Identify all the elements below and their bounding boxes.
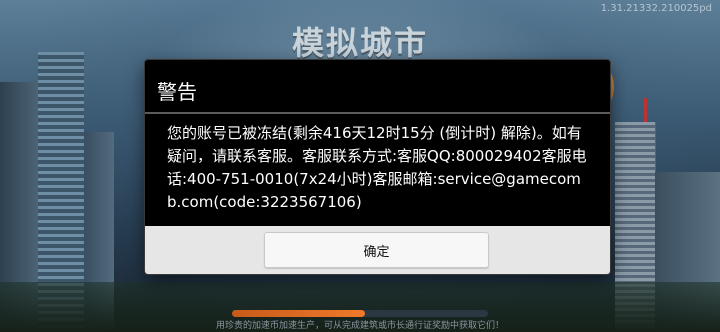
tower-spire (644, 98, 647, 122)
confirm-button[interactable]: 确定 (264, 232, 489, 268)
version-label: 1.31.21332.210025pd (600, 3, 712, 14)
warning-dialog: 警告 您的账号已被冻结(剩余416天12时15分 (倒计时) 解除)。如有疑问，… (145, 60, 610, 274)
dialog-title: 警告 (157, 80, 197, 104)
loading-hint: 用珍贵的加速币加速生产，可从完成建筑或市长通行证奖励中获取它们！ (215, 321, 504, 331)
game-title: 模拟城市 (291, 24, 428, 62)
loading-progress-bar (232, 310, 488, 317)
dialog-message: 您的账号已被冻结(剩余416天12时15分 (倒计时) 解除)。如有疑问，请联系… (167, 124, 587, 211)
dialog-divider (145, 112, 610, 114)
dialog-footer: 确定 (145, 226, 610, 274)
loading-progress-fill (232, 310, 366, 317)
